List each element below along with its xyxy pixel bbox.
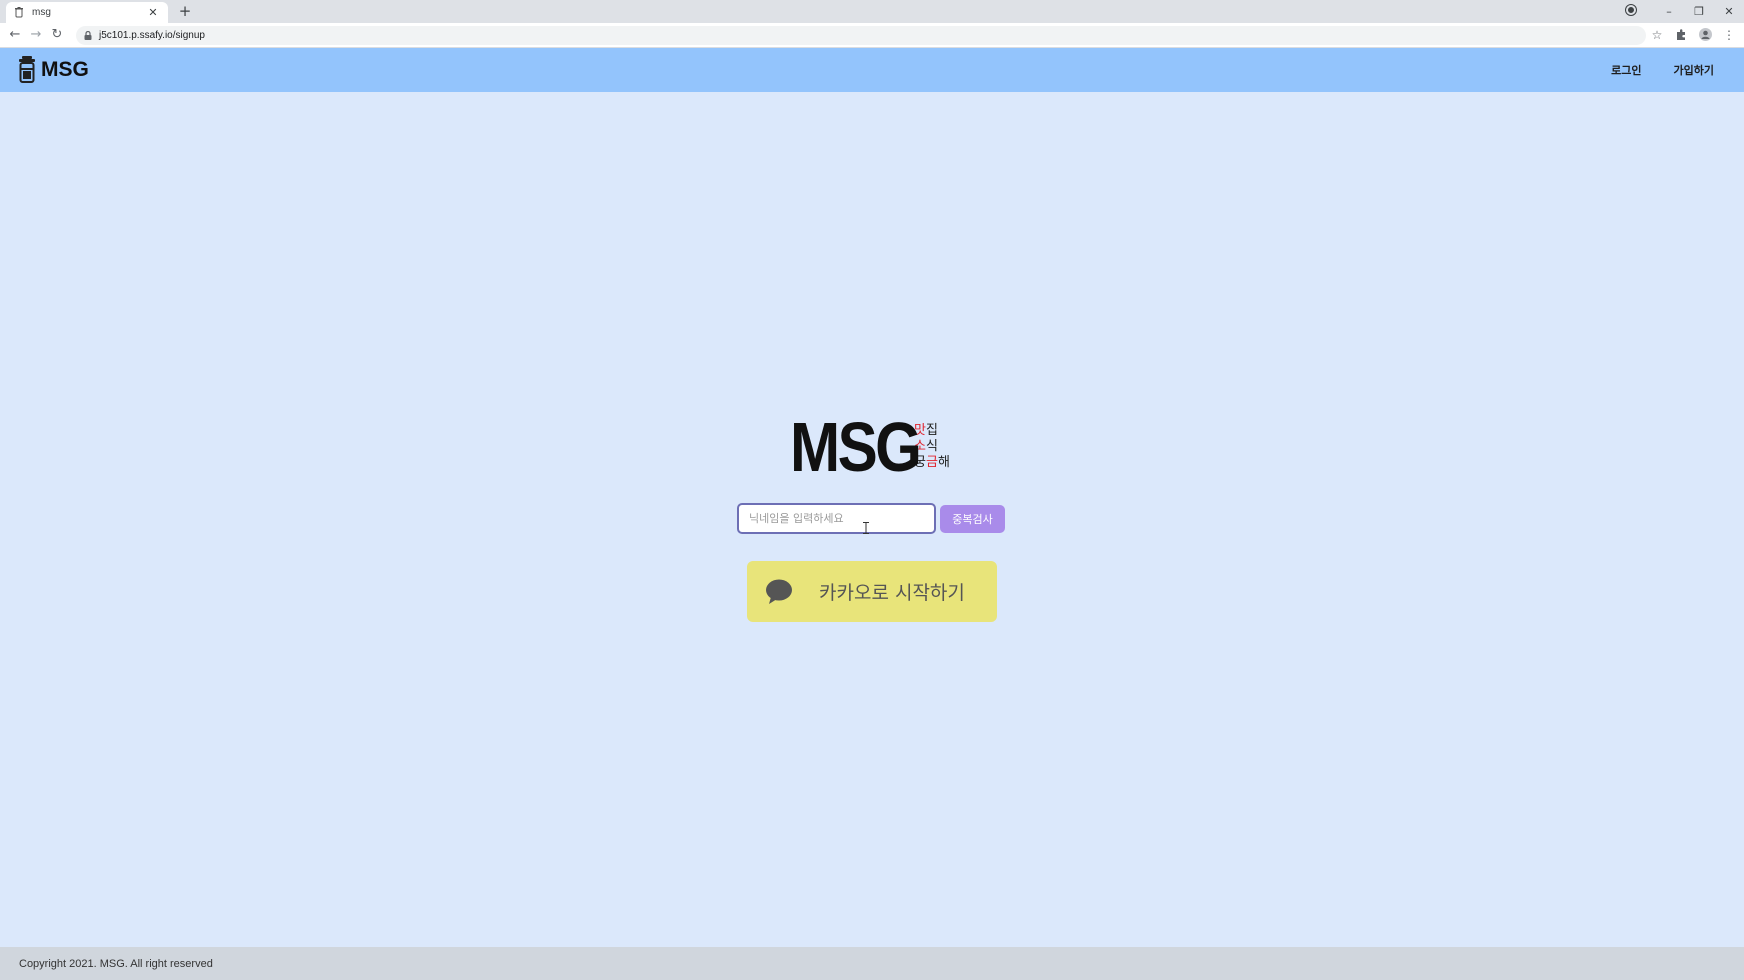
tagline-line-3: 궁금해 xyxy=(914,455,950,471)
extensions-icon[interactable] xyxy=(1674,27,1688,43)
tagline-text: 해 xyxy=(937,455,950,470)
back-button[interactable]: ← xyxy=(7,27,23,43)
lock-icon[interactable] xyxy=(84,31,92,40)
brand-tagline: 맛집 소식 궁금해 xyxy=(914,423,950,471)
trash-can-favicon-icon xyxy=(14,7,24,19)
site-header: MSG 로그인 가입하기 xyxy=(0,48,1744,92)
media-record-icon[interactable] xyxy=(1624,5,1654,18)
signup-link[interactable]: 가입하기 xyxy=(1674,62,1714,78)
brand-title: MSG xyxy=(790,408,922,486)
text-cursor-icon xyxy=(863,522,869,534)
forward-button[interactable]: → xyxy=(28,27,44,43)
minimize-button[interactable]: – xyxy=(1654,5,1684,18)
kakao-login-button[interactable]: 카카오로 시작하기 xyxy=(747,561,997,622)
site-footer: Copyright 2021. MSG. All right reserved xyxy=(0,947,1744,980)
reload-button[interactable]: ↻ xyxy=(49,27,65,43)
tab-title: msg xyxy=(32,7,51,18)
nickname-form: 중복검사 xyxy=(737,503,1005,534)
kakao-login-label: 카카오로 시작하기 xyxy=(819,582,965,604)
profile-avatar-icon[interactable] xyxy=(1698,27,1712,43)
tagline-line-1: 맛집 xyxy=(914,423,950,439)
close-window-button[interactable]: ✕ xyxy=(1714,5,1744,18)
header-nav: 로그인 가입하기 xyxy=(1611,48,1714,92)
window-controls: – ❐ ✕ xyxy=(1624,0,1744,23)
new-tab-button[interactable]: + xyxy=(176,2,194,20)
speech-bubble-icon xyxy=(766,579,792,604)
trash-can-logo-icon xyxy=(19,56,35,83)
tagline-line-2: 소식 xyxy=(914,439,950,455)
url-text: j5c101.p.ssafy.io/signup xyxy=(99,30,205,41)
browser-tab[interactable]: msg ✕ xyxy=(6,2,168,23)
tagline-text: 식 xyxy=(925,439,938,454)
browser-tab-bar: msg ✕ + – ❐ ✕ xyxy=(0,0,1744,23)
logo-text: MSG xyxy=(41,57,89,81)
tagline-highlight: 금 xyxy=(925,455,938,470)
restore-button[interactable]: ❐ xyxy=(1684,5,1714,18)
site-logo[interactable]: MSG xyxy=(18,56,89,83)
brand-logo: MSG 맛집 소식 궁금해 xyxy=(790,412,950,482)
tagline-text: 집 xyxy=(925,423,938,438)
browser-toolbar: ← → ↻ j5c101.p.ssafy.io/signup ☆ ⋮ xyxy=(0,23,1744,48)
copyright-text: Copyright 2021. MSG. All right reserved xyxy=(19,957,213,970)
address-bar[interactable]: j5c101.p.ssafy.io/signup xyxy=(76,26,1646,45)
nickname-input[interactable] xyxy=(737,503,936,534)
toolbar-icons: ☆ ⋮ xyxy=(1650,27,1736,43)
bookmark-star-icon[interactable]: ☆ xyxy=(1650,27,1664,43)
browser-menu-icon[interactable]: ⋮ xyxy=(1722,27,1736,43)
duplicate-check-button[interactable]: 중복검사 xyxy=(940,504,1005,533)
tab-close-icon[interactable]: ✕ xyxy=(146,6,160,19)
login-link[interactable]: 로그인 xyxy=(1611,62,1641,78)
